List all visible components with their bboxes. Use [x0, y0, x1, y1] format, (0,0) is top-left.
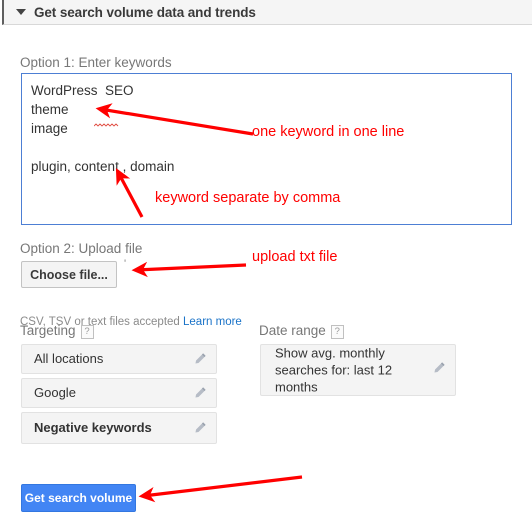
choose-file-button[interactable]: Choose file... — [21, 261, 117, 288]
targeting-row-negative-keywords[interactable]: Negative keywords — [21, 412, 217, 444]
date-range-label-text: Date range — [259, 323, 326, 338]
targeting-row-label: All locations — [34, 351, 104, 366]
targeting-row-locations[interactable]: All locations — [21, 344, 217, 374]
targeting-row-label: Google — [34, 385, 76, 400]
text-cursor-artifact: ' — [124, 258, 127, 270]
date-range-value: Show avg. monthly searches for: last 12 … — [275, 345, 393, 395]
targeting-row-label: Negative keywords — [34, 420, 152, 435]
pencil-icon[interactable] — [193, 421, 207, 435]
page-title: Get search volume data and trends — [34, 4, 256, 20]
targeting-label: Targeting? — [20, 323, 94, 339]
learn-more-link[interactable]: Learn more — [183, 316, 242, 328]
pencil-icon[interactable] — [193, 352, 207, 366]
option1-label: Option 1: Enter keywords — [20, 55, 172, 70]
date-range-row[interactable]: Show avg. monthly searches for: last 12 … — [260, 344, 456, 396]
date-range-label: Date range? — [259, 323, 344, 339]
targeting-row-search-network[interactable]: Google — [21, 378, 217, 408]
pencil-icon[interactable] — [193, 386, 207, 400]
get-search-volume-button[interactable]: Get search volume — [21, 484, 136, 512]
keywords-input[interactable] — [21, 73, 512, 225]
panel-body: Option 1: Enter keywords Option 2: Uploa… — [0, 26, 532, 521]
triangle-down-icon[interactable] — [16, 9, 26, 15]
targeting-label-text: Targeting — [20, 323, 76, 338]
date-range-help-icon[interactable]: ? — [330, 325, 344, 339]
targeting-help-icon[interactable]: ? — [80, 325, 94, 339]
panel-header[interactable]: Get search volume data and trends — [2, 0, 532, 25]
option2-label: Option 2: Upload file — [20, 241, 143, 256]
pencil-icon[interactable] — [432, 361, 446, 375]
